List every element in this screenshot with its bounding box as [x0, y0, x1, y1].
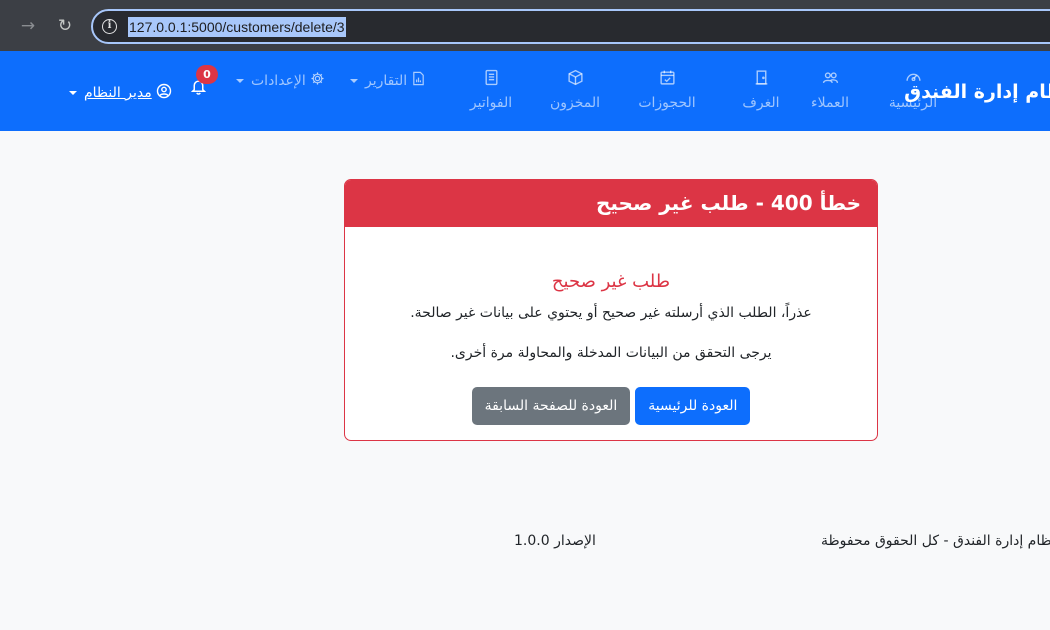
- nav-item-label: الغرف: [742, 95, 780, 111]
- browser-toolbar: → ↻ i 127.0.0.1:5000/customers/delete/3 …: [0, 0, 1050, 51]
- settings-label: الإعدادات: [251, 72, 306, 89]
- footer-version: الإصدار 1.0.0: [514, 533, 596, 549]
- nav-item-label: الحجوزات: [638, 95, 696, 111]
- chevron-down-icon: [236, 78, 244, 83]
- gear-icon: [310, 71, 325, 90]
- box-icon: [545, 69, 605, 87]
- address-bar[interactable]: i 127.0.0.1:5000/customers/delete/3 ☆: [91, 9, 1050, 44]
- nav-item-label: الرئيسية: [888, 95, 938, 111]
- error-title: طلب غير صحيح: [551, 271, 671, 292]
- forward-arrow-icon[interactable]: →: [16, 14, 40, 38]
- reload-icon[interactable]: ↻: [53, 14, 77, 38]
- nav-item-inventory[interactable]: المخزون: [545, 69, 605, 111]
- nav-item-home[interactable]: الرئيسية: [884, 69, 942, 111]
- error-message: عذراً، الطلب الذي أرسلته غير صحيح أو يحت…: [410, 305, 812, 321]
- user-name: مدير النظام: [84, 85, 152, 101]
- reports-label: التقارير: [365, 72, 408, 89]
- settings-dropdown[interactable]: الإعدادات: [236, 71, 325, 90]
- people-icon: [804, 69, 856, 87]
- home-button[interactable]: العودة للرئيسية: [635, 387, 751, 425]
- nav-item-customers[interactable]: العملاء: [804, 69, 856, 111]
- calendar-check-icon: [634, 69, 700, 87]
- footer-copyright: نظام إدارة الفندق - كل الحقوق محفوظة: [821, 533, 1050, 549]
- chevron-down-icon: [69, 91, 77, 95]
- error-card: خطأ 400 - طلب غير صحيح طلب غير صحيح عذرا…: [344, 179, 878, 441]
- url-text[interactable]: 127.0.0.1:5000/customers/delete/3: [128, 17, 346, 37]
- notification-count-badge: 0: [196, 65, 218, 84]
- nav-item-invoices[interactable]: الفواتير: [463, 69, 519, 111]
- nav-item-label: العملاء: [811, 95, 849, 111]
- top-navbar: نظام إدارة الفندق الرئيسية العملاء الغرف…: [0, 51, 1050, 131]
- dashboard-icon: [884, 69, 942, 87]
- error-card-body: طلب غير صحيح عذراً، الطلب الذي أرسلته غي…: [345, 271, 877, 425]
- error-card-header: خطأ 400 - طلب غير صحيح: [345, 180, 877, 227]
- nav-item-label: الفواتير: [469, 95, 513, 111]
- back-button[interactable]: العودة للصفحة السابقة: [471, 387, 631, 425]
- chevron-down-icon: [350, 78, 358, 83]
- nav-item-rooms[interactable]: الغرف: [741, 69, 781, 111]
- receipt-icon: [463, 69, 519, 87]
- user-menu[interactable]: مدير النظام: [69, 83, 172, 103]
- error-actions: العودة للرئيسية العودة للصفحة السابقة: [345, 387, 877, 425]
- report-chart-icon: [411, 71, 426, 90]
- site-info-icon[interactable]: i: [102, 19, 117, 34]
- user-circle-icon: [156, 83, 172, 103]
- door-icon: [741, 69, 781, 87]
- nav-item-label: المخزون: [549, 95, 601, 111]
- nav-item-bookings[interactable]: الحجوزات: [634, 69, 700, 111]
- error-hint: يرجى التحقق من البيانات المدخلة والمحاول…: [450, 345, 772, 361]
- reports-dropdown[interactable]: التقارير: [350, 71, 426, 90]
